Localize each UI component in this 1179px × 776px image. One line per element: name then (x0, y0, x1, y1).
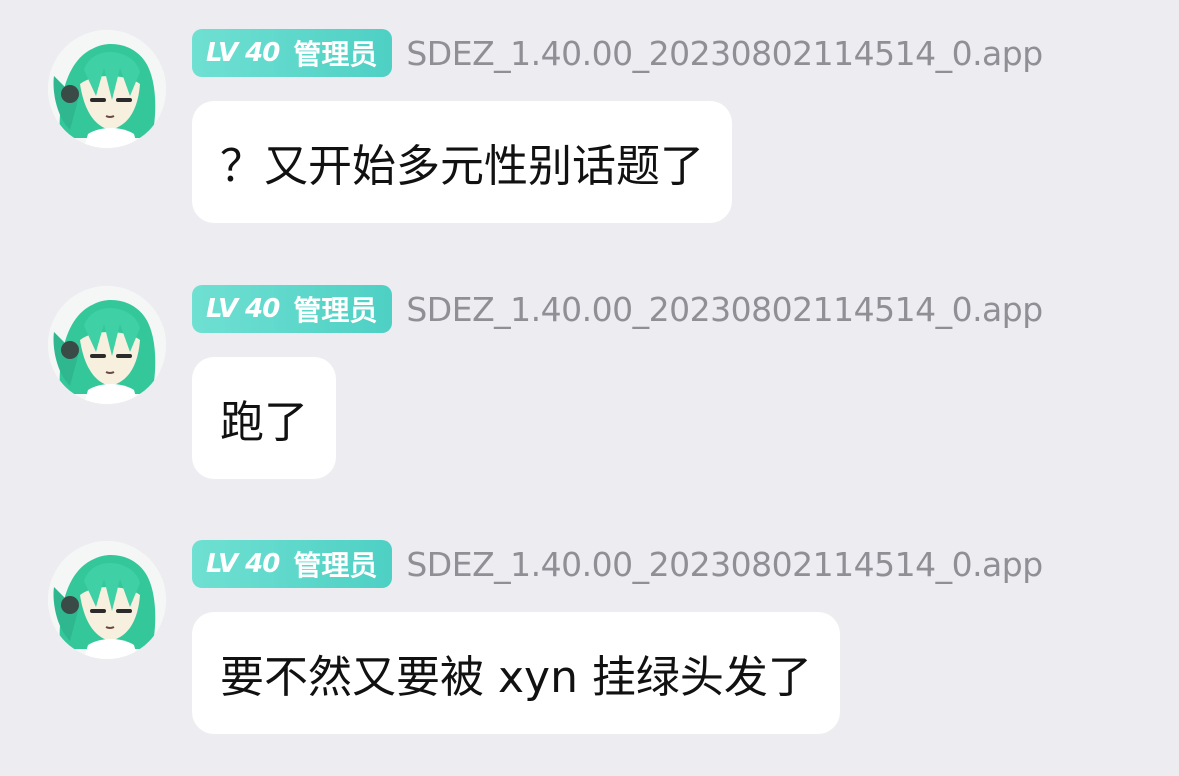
level-badge: LV 40 管理员 (192, 29, 393, 77)
message-text: 跑了 (220, 397, 308, 448)
message-text: 要不然又要被 xyn 挂绿头发了 (220, 652, 812, 703)
role-label: 管理员 (293, 294, 378, 327)
message-text: ？又开始多元性别话题了 (220, 141, 704, 192)
role-label: 管理员 (293, 38, 378, 71)
avatar[interactable] (48, 541, 166, 659)
sender-name[interactable]: SDEZ_1.40.00_20230802114514_0.app (406, 290, 1043, 329)
avatar[interactable] (48, 286, 166, 404)
level-badge: LV 40 管理员 (192, 540, 393, 588)
green-hair-anime-avatar-icon (48, 30, 166, 148)
chat-message: LV 40 管理员 SDEZ_1.40.00_20230802114514_0.… (0, 511, 1179, 734)
sender-name[interactable]: SDEZ_1.40.00_20230802114514_0.app (406, 34, 1043, 73)
chat-message: LV 40 管理员 SDEZ_1.40.00_20230802114514_0.… (0, 0, 1179, 223)
message-bubble[interactable]: ？又开始多元性别话题了 (192, 101, 732, 223)
green-hair-anime-avatar-icon (48, 286, 166, 404)
message-header: LV 40 管理员 SDEZ_1.40.00_20230802114514_0.… (192, 29, 1043, 77)
message-header: LV 40 管理员 SDEZ_1.40.00_20230802114514_0.… (192, 285, 1043, 333)
level-label: LV 40 (206, 549, 280, 579)
chat-message: LV 40 管理员 SDEZ_1.40.00_20230802114514_0.… (0, 256, 1179, 479)
avatar[interactable] (48, 30, 166, 148)
message-bubble[interactable]: 要不然又要被 xyn 挂绿头发了 (192, 612, 840, 734)
level-label: LV 40 (206, 294, 280, 324)
role-label: 管理员 (293, 549, 378, 582)
message-bubble[interactable]: 跑了 (192, 357, 336, 479)
level-badge: LV 40 管理员 (192, 285, 393, 333)
level-label: LV 40 (206, 38, 280, 68)
sender-name[interactable]: SDEZ_1.40.00_20230802114514_0.app (406, 545, 1043, 584)
message-header: LV 40 管理员 SDEZ_1.40.00_20230802114514_0.… (192, 540, 1043, 588)
green-hair-anime-avatar-icon (48, 541, 166, 659)
